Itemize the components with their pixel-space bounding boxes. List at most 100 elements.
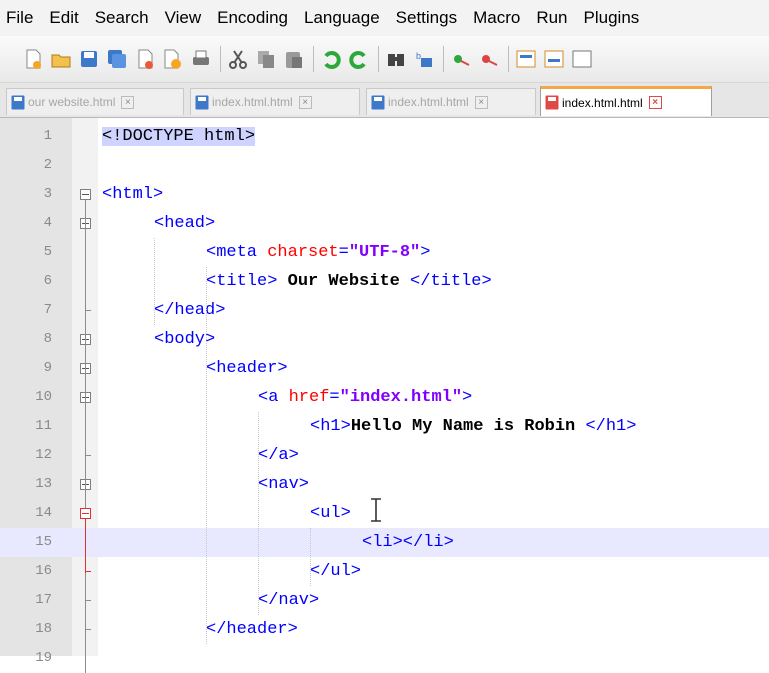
code-line[interactable]: 16 </ul> xyxy=(0,557,769,586)
code-line[interactable]: 12 </a> xyxy=(0,441,769,470)
line-number: 9 xyxy=(43,360,52,376)
syntax-token: </title> xyxy=(410,272,492,291)
toolbar-separator xyxy=(508,46,509,72)
save-icon[interactable] xyxy=(78,48,100,70)
code-line[interactable]: 2 xyxy=(0,151,769,180)
file-tab-label: index.html.html xyxy=(388,95,469,109)
syntax-token: <header> xyxy=(206,359,288,378)
undo-icon[interactable] xyxy=(320,48,342,70)
code-text: </header> xyxy=(206,615,298,644)
sync-vertical-icon[interactable] xyxy=(515,48,537,70)
code-text: </ul> xyxy=(310,557,361,586)
open-file-icon[interactable] xyxy=(50,48,72,70)
line-number: 18 xyxy=(35,621,52,637)
file-tab[interactable]: index.html.html × xyxy=(366,88,536,115)
print-icon[interactable] xyxy=(190,48,212,70)
code-text: <header> xyxy=(206,354,288,383)
code-line[interactable]: 6 <title> Our Website </title> xyxy=(0,267,769,296)
copy-icon[interactable] xyxy=(255,48,277,70)
zoom-out-icon[interactable] xyxy=(478,48,500,70)
menu-encoding[interactable]: Encoding xyxy=(209,0,296,36)
new-file-icon[interactable] xyxy=(22,48,44,70)
code-line[interactable]: 19 xyxy=(0,644,769,673)
code-line[interactable]: 9 <header> xyxy=(0,354,769,383)
line-number: 14 xyxy=(35,505,52,521)
code-line[interactable]: 7 </head> xyxy=(0,296,769,325)
code-line[interactable]: 8 <body> xyxy=(0,325,769,354)
menu-run[interactable]: Run xyxy=(528,0,575,36)
word-wrap-icon[interactable] xyxy=(571,48,593,70)
syntax-token: href xyxy=(288,388,330,407)
code-line[interactable]: 15 <li></li> xyxy=(0,528,769,557)
tab-close-icon[interactable]: × xyxy=(121,95,135,109)
code-text: <h1>Hello My Name is Robin </h1> xyxy=(310,412,636,441)
code-line[interactable]: 5 <meta charset="UTF-8"> xyxy=(0,238,769,267)
menu-macro[interactable]: Macro xyxy=(465,0,528,36)
toolbar-separator xyxy=(443,46,444,72)
syntax-token: Hello My Name is Robin xyxy=(350,417,586,436)
toolbar: b xyxy=(0,36,769,83)
menu-edit[interactable]: Edit xyxy=(41,0,86,36)
syntax-token: <ul> xyxy=(310,504,351,523)
menu-plugins[interactable]: Plugins xyxy=(576,0,648,36)
syntax-token: Our Website xyxy=(277,272,411,291)
svg-text:b: b xyxy=(416,51,421,61)
close-all-icon[interactable] xyxy=(162,48,184,70)
fold-end-marker xyxy=(85,310,91,311)
code-text: </nav> xyxy=(258,586,319,615)
code-line[interactable]: 1 <!DOCTYPE html> xyxy=(0,122,769,151)
code-line[interactable]: 18 </header> xyxy=(0,615,769,644)
code-text: <html> xyxy=(102,180,163,209)
tab-close-icon[interactable]: × xyxy=(298,95,312,109)
find-icon[interactable] xyxy=(385,48,407,70)
code-line[interactable]: 14 <ul> xyxy=(0,499,769,528)
syntax-token: <html> xyxy=(102,185,164,204)
code-line[interactable]: 13 <nav> xyxy=(0,470,769,499)
menu-language[interactable]: Language xyxy=(296,0,388,36)
code-text: <a href="index.html"> xyxy=(258,383,472,412)
toolbar-separator xyxy=(378,46,379,72)
syntax-token: "UTF-8" xyxy=(348,243,421,262)
replace-icon[interactable]: b xyxy=(413,48,435,70)
fold-toggle-icon[interactable] xyxy=(80,189,91,200)
file-tab[interactable]: index.html.html × xyxy=(190,88,360,115)
syntax-token: <a xyxy=(258,388,289,407)
line-number: 17 xyxy=(35,592,52,608)
fold-toggle-icon[interactable] xyxy=(80,508,91,519)
syntax-token: > xyxy=(420,243,431,262)
redo-icon[interactable] xyxy=(348,48,370,70)
paste-icon[interactable] xyxy=(283,48,305,70)
code-line[interactable]: 4 <head> xyxy=(0,209,769,238)
line-number: 6 xyxy=(43,273,52,289)
zoom-in-icon[interactable] xyxy=(450,48,472,70)
file-tab[interactable]: our website.html × xyxy=(6,88,184,115)
cut-icon[interactable] xyxy=(227,48,249,70)
code-editor[interactable]: 1 <!DOCTYPE html> 2 3 <html> 4 <head> 5 <meta ch… xyxy=(0,118,769,673)
code-line[interactable]: 3 <html> xyxy=(0,180,769,209)
tab-close-icon[interactable]: × xyxy=(474,95,488,109)
line-number: 5 xyxy=(43,244,52,260)
indent-guide xyxy=(154,238,155,325)
syntax-token: <nav> xyxy=(258,475,310,494)
code-text: <meta charset="UTF-8"> xyxy=(206,238,430,267)
menu-search[interactable]: Search xyxy=(87,0,157,36)
file-save-state-icon xyxy=(11,95,25,109)
line-number: 16 xyxy=(35,563,52,579)
tab-close-icon[interactable]: × xyxy=(648,96,662,109)
file-save-state-icon xyxy=(371,95,385,109)
line-number: 4 xyxy=(43,215,52,231)
syntax-token: </h1> xyxy=(585,417,637,436)
menu-file[interactable]: File xyxy=(0,0,41,36)
code-line[interactable]: 17 </nav> xyxy=(0,586,769,615)
code-text: <!DOCTYPE html> xyxy=(102,122,256,151)
line-number: 13 xyxy=(35,476,52,492)
menu-settings[interactable]: Settings xyxy=(388,0,465,36)
menu-view[interactable]: View xyxy=(157,0,210,36)
save-all-icon[interactable] xyxy=(106,48,128,70)
sync-horizontal-icon[interactable] xyxy=(543,48,565,70)
close-icon[interactable] xyxy=(134,48,156,70)
indent-guide xyxy=(206,267,207,644)
file-tab[interactable]: index.html.html × xyxy=(540,86,712,116)
code-line[interactable]: 10 <a href="index.html"> xyxy=(0,383,769,412)
code-line[interactable]: 11 <h1>Hello My Name is Robin </h1> xyxy=(0,412,769,441)
